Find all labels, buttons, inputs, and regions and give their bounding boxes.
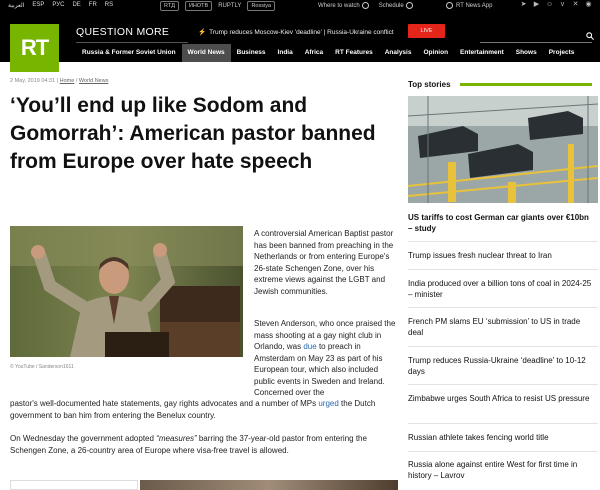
top-stories-accent-bar bbox=[460, 83, 592, 86]
x-icon[interactable]: ✕ bbox=[572, 1, 579, 9]
channel-inotv[interactable]: ИНОТВ bbox=[184, 1, 213, 11]
top-story-8[interactable]: Russia alone against entire West for fir… bbox=[408, 459, 594, 481]
nav-africa[interactable]: Africa bbox=[299, 44, 329, 62]
paragraph-1: A controversial American Baptist pastor … bbox=[254, 229, 394, 296]
story-divider bbox=[408, 423, 598, 424]
where-to-watch-link[interactable]: Where to watch bbox=[318, 2, 369, 9]
odnoklassniki-icon[interactable]: ☺ bbox=[546, 1, 553, 9]
app-link[interactable]: RT News App bbox=[446, 2, 492, 9]
top-story-image[interactable] bbox=[408, 96, 598, 203]
nav-analysis[interactable]: Analysis bbox=[379, 44, 418, 62]
lang-esp[interactable]: ESP bbox=[32, 2, 44, 9]
main-nav: Russia & Former Soviet Union World News … bbox=[76, 44, 580, 62]
top-story-4[interactable]: French PM slams EU ‘submission’ to US in… bbox=[408, 316, 594, 338]
telegram-icon[interactable]: ➤ bbox=[520, 1, 527, 9]
rss-icon[interactable]: ◉ bbox=[585, 1, 592, 9]
social-links: ➤ ▶ ☺ v ✕ ◉ bbox=[520, 1, 592, 9]
search-input[interactable] bbox=[480, 42, 592, 43]
inline-image-placeholder bbox=[140, 480, 398, 490]
breaking-news-text: Trump reduces Moscow-Kiev 'deadline' | R… bbox=[209, 29, 394, 36]
where-to-watch-label: Where to watch bbox=[318, 3, 360, 10]
story-divider bbox=[408, 346, 598, 347]
lang-de[interactable]: DE bbox=[72, 2, 80, 9]
paragraph-3-emphasis: “measures” bbox=[156, 434, 197, 443]
nav-shows[interactable]: Shows bbox=[510, 44, 543, 62]
related-card-placeholder[interactable] bbox=[10, 480, 138, 490]
nav-rt-features[interactable]: RT Features bbox=[329, 44, 379, 62]
top-story-7[interactable]: Russian athlete takes fencing world titl… bbox=[408, 432, 594, 443]
lang-fr[interactable]: FR bbox=[89, 2, 97, 9]
app-label: RT News App bbox=[456, 3, 493, 10]
nav-business[interactable]: Business bbox=[231, 44, 272, 62]
breaking-news-link[interactable]: ⚡ Trump reduces Moscow-Kiev 'deadline' | … bbox=[198, 28, 394, 36]
lang-rus[interactable]: РУС bbox=[52, 2, 64, 9]
channel-links: RTД ИНОТВ RUPTLY Rossiya bbox=[160, 1, 275, 11]
top-story-2[interactable]: Trump issues fresh nuclear threat to Ira… bbox=[408, 250, 594, 261]
schedule-label: Schedule bbox=[378, 3, 404, 10]
app-icon bbox=[446, 2, 453, 9]
paragraph-3: On Wednesday the government adopted “mea… bbox=[10, 433, 398, 456]
paragraph-2-top: Steven Anderson, who once praised the ma… bbox=[254, 318, 398, 399]
rt-logo[interactable]: RT bbox=[10, 24, 59, 72]
lightning-icon: ⚡ bbox=[198, 29, 207, 36]
article-meta: 2 May, 2019 04:31 | Home / World News bbox=[10, 78, 109, 84]
top-story-5[interactable]: Trump reduces Russia-Ukraine ‘deadline’ … bbox=[408, 355, 594, 377]
site-header: RT QUESTION MORE ⚡ Trump reduces Moscow-K… bbox=[0, 12, 600, 72]
breadcrumb-home[interactable]: Home bbox=[60, 78, 75, 84]
story-divider bbox=[408, 384, 598, 385]
article-photo bbox=[10, 226, 243, 357]
nav-russia[interactable]: Russia & Former Soviet Union bbox=[76, 44, 182, 62]
nav-entertainment[interactable]: Entertainment bbox=[454, 44, 510, 62]
paragraph-2-bottom: pastor's well-documented hate statements… bbox=[10, 398, 398, 421]
link-due[interactable]: due bbox=[303, 342, 316, 351]
pastor-photo-illustration bbox=[10, 226, 243, 357]
vk-icon[interactable]: v bbox=[559, 1, 566, 9]
watch-links: Where to watch Schedule bbox=[318, 2, 413, 9]
nav-opinion[interactable]: Opinion bbox=[417, 44, 454, 62]
question-more-slogan: QUESTION MORE bbox=[76, 26, 170, 38]
channel-rossiya[interactable]: Rossiya bbox=[247, 1, 275, 11]
slogan-underline bbox=[76, 42, 188, 43]
lang-arabic[interactable]: العربية bbox=[8, 2, 24, 9]
breadcrumb-world-news[interactable]: World News bbox=[79, 78, 109, 84]
channel-rtd[interactable]: RTД bbox=[160, 1, 179, 11]
paragraph-2-text-c: pastor's well-documented hate statements… bbox=[10, 399, 319, 408]
link-urged[interactable]: urged bbox=[318, 399, 338, 408]
article-date: 2 May, 2019 04:31 bbox=[10, 78, 56, 84]
top-story-1[interactable]: US tariffs to cost German car giants ove… bbox=[408, 212, 594, 234]
top-stories-heading: Top stories bbox=[408, 80, 451, 89]
clock-icon bbox=[405, 2, 413, 9]
language-switcher: العربية ESP РУС DE FR RS bbox=[8, 2, 113, 9]
story-divider bbox=[408, 269, 598, 270]
lang-rs[interactable]: RS bbox=[105, 2, 113, 9]
channel-ruptly[interactable]: RUPTLY bbox=[218, 3, 241, 9]
nav-world-news[interactable]: World News bbox=[181, 44, 231, 62]
rumble-icon[interactable]: ▶ bbox=[533, 1, 540, 9]
paragraph-3-text-a: On Wednesday the government adopted bbox=[10, 434, 157, 443]
story-divider bbox=[408, 451, 598, 452]
schedule-link[interactable]: Schedule bbox=[379, 2, 413, 9]
top-story-6[interactable]: Zimbabwe urges South Africa to resist US… bbox=[408, 393, 594, 404]
search-icon[interactable] bbox=[586, 32, 594, 40]
story-divider bbox=[408, 307, 598, 308]
story-divider bbox=[408, 241, 598, 242]
live-button[interactable]: LIVE bbox=[408, 24, 445, 38]
play-icon bbox=[361, 2, 369, 9]
top-story-3[interactable]: India produced over a billion tons of co… bbox=[408, 278, 594, 300]
photo-credit: © YouTube / Sanderson1611 bbox=[10, 364, 74, 370]
nav-projects[interactable]: Projects bbox=[543, 44, 581, 62]
nav-india[interactable]: India bbox=[272, 44, 299, 62]
car-factory-illustration bbox=[408, 96, 598, 203]
article-title: ‘You’ll end up like Sodom and Gomorrah’:… bbox=[10, 94, 376, 173]
top-utility-bar: العربية ESP РУС DE FR RS RTД ИНОТВ RUPTL… bbox=[0, 0, 600, 12]
